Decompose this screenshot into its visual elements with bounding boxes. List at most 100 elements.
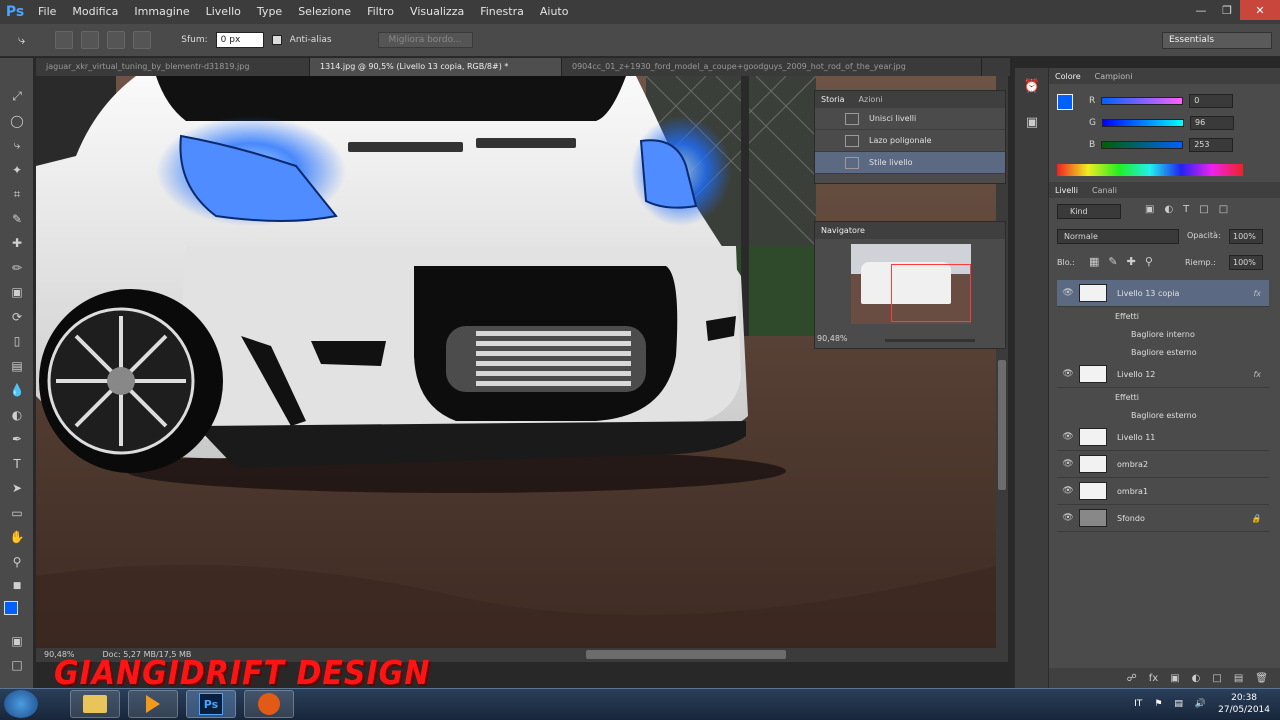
explorer-task-icon[interactable] xyxy=(70,690,120,718)
app-task-icon[interactable] xyxy=(244,690,294,718)
quick-mask-icon[interactable]: ▣ xyxy=(0,629,34,654)
network-icon[interactable]: ▤ xyxy=(1174,699,1183,709)
layer-row[interactable]: 👁 Livello 11 xyxy=(1057,424,1269,451)
tab-color[interactable]: Colore xyxy=(1055,72,1081,81)
menu-view[interactable]: Visualizza xyxy=(402,0,472,24)
menu-select[interactable]: Selezione xyxy=(290,0,359,24)
fill-input[interactable]: 100% xyxy=(1229,255,1263,270)
menu-type[interactable]: Type xyxy=(249,0,290,24)
zoom-tool-icon[interactable]: ⚲ xyxy=(0,550,34,575)
effect-outer-glow[interactable]: Bagliore esterno xyxy=(1057,406,1269,424)
photoshop-task-icon[interactable]: Ps xyxy=(186,690,236,718)
eyedropper-tool-icon[interactable]: ✎ xyxy=(0,207,34,232)
navigator-zoom-slider[interactable] xyxy=(885,339,975,342)
visibility-eye-icon[interactable]: 👁 xyxy=(1057,513,1079,523)
b-value[interactable]: 253 xyxy=(1189,138,1234,152)
visibility-eye-icon[interactable]: 👁 xyxy=(1057,486,1079,496)
refine-edge-button[interactable]: Migliora bordo... xyxy=(377,32,473,48)
g-slider[interactable] xyxy=(1101,119,1184,127)
visibility-eye-icon[interactable]: 👁 xyxy=(1057,459,1079,469)
g-value[interactable]: 96 xyxy=(1189,116,1234,130)
menu-window[interactable]: Finestra xyxy=(472,0,532,24)
eraser-tool-icon[interactable]: ▯ xyxy=(0,329,34,354)
history-row[interactable]: Unisci livelli xyxy=(815,108,1005,130)
crop-tool-icon[interactable]: ⌗ xyxy=(0,182,34,207)
clone-stamp-tool-icon[interactable]: ▣ xyxy=(0,280,34,305)
layer-kind-filter[interactable]: Kind xyxy=(1057,204,1121,219)
volume-icon[interactable]: 🔊 xyxy=(1195,699,1206,709)
delete-layer-icon[interactable]: 🗑 xyxy=(1255,673,1268,684)
feather-input[interactable]: 0 px xyxy=(215,32,264,48)
lasso-tool-icon[interactable]: ⤷ xyxy=(0,133,34,158)
intersect-selection-icon[interactable] xyxy=(133,31,152,49)
tab-history[interactable]: Storia xyxy=(821,95,845,104)
menu-layer[interactable]: Livello xyxy=(198,0,249,24)
navigator-panel-icon[interactable]: ▣ xyxy=(1015,104,1049,140)
blend-mode-select[interactable]: Normale xyxy=(1057,229,1179,244)
tab-swatches[interactable]: Campioni xyxy=(1095,72,1133,81)
move-tool-icon[interactable]: ⤢ xyxy=(0,84,34,109)
minimize-icon[interactable]: — xyxy=(1188,0,1214,20)
blur-tool-icon[interactable]: 💧 xyxy=(0,378,34,403)
layer-row[interactable]: 👁 Sfondo 🔒 xyxy=(1057,505,1269,532)
visibility-eye-icon[interactable]: 👁 xyxy=(1057,288,1079,298)
history-brush-tool-icon[interactable]: ⟳ xyxy=(0,305,34,330)
workspace-select[interactable]: Essentials xyxy=(1162,32,1272,49)
tab-navigator[interactable]: Navigatore xyxy=(821,226,865,235)
new-selection-icon[interactable] xyxy=(55,31,74,49)
tab-channels[interactable]: Canali xyxy=(1092,186,1117,195)
path-select-tool-icon[interactable]: ➤ xyxy=(0,476,34,501)
opacity-input[interactable]: 100% xyxy=(1229,229,1263,244)
fx-icon[interactable]: fx xyxy=(1253,289,1261,298)
pen-tool-icon[interactable]: ✒ xyxy=(0,427,34,452)
history-panel-icon[interactable]: ⏰ xyxy=(1015,68,1049,104)
restore-icon[interactable]: ❐ xyxy=(1214,0,1240,20)
effect-inner-glow[interactable]: Bagliore interno xyxy=(1057,325,1269,343)
subtract-selection-icon[interactable] xyxy=(107,31,126,49)
visibility-eye-icon[interactable]: 👁 xyxy=(1057,369,1079,379)
tab-layers[interactable]: Livelli xyxy=(1055,186,1078,195)
marquee-tool-icon[interactable]: ◯ xyxy=(0,109,34,134)
default-colors-icon[interactable]: ■ xyxy=(0,574,34,599)
doc-tab-jaguar[interactable]: jaguar_xkr_virtual_tuning_by_blementr-d3… xyxy=(36,58,310,76)
dodge-tool-icon[interactable]: ◐ xyxy=(0,403,34,428)
new-layer-icon[interactable]: ▤ xyxy=(1234,673,1243,684)
navigator-zoom[interactable]: 90,48% xyxy=(817,334,848,343)
adjustment-icon[interactable]: ◐ xyxy=(1192,673,1201,684)
effects-row[interactable]: Effetti xyxy=(1057,307,1269,325)
navigator-preview[interactable] xyxy=(851,244,971,324)
layer-row[interactable]: 👁 ombra2 xyxy=(1057,451,1269,478)
effect-outer-glow[interactable]: Bagliore esterno xyxy=(1057,343,1269,361)
healing-tool-icon[interactable]: ✚ xyxy=(0,231,34,256)
add-mask-icon[interactable]: ▣ xyxy=(1170,673,1179,684)
history-row[interactable]: Lazo poligonale xyxy=(815,130,1005,152)
action-center-icon[interactable]: ⚑ xyxy=(1154,699,1162,709)
add-selection-icon[interactable] xyxy=(81,31,100,49)
b-slider[interactable] xyxy=(1101,141,1184,149)
vertical-scroll-thumb[interactable] xyxy=(998,360,1006,490)
menu-image[interactable]: Immagine xyxy=(126,0,197,24)
close-icon[interactable]: ✕ xyxy=(1240,0,1280,20)
tab-actions[interactable]: Azioni xyxy=(859,95,883,104)
menu-help[interactable]: Aiuto xyxy=(532,0,577,24)
screen-mode-icon[interactable]: □ xyxy=(0,653,34,678)
menu-filter[interactable]: Filtro xyxy=(359,0,402,24)
horizontal-scroll-thumb[interactable] xyxy=(586,650,786,659)
windows-start-icon[interactable] xyxy=(4,690,38,718)
visibility-eye-icon[interactable]: 👁 xyxy=(1057,432,1079,442)
layer-row-selected[interactable]: 👁 Livello 13 copia fx xyxy=(1057,280,1269,307)
lock-icons[interactable]: ▦✎✚⚲ xyxy=(1089,255,1162,268)
quick-select-tool-icon[interactable]: ✦ xyxy=(0,158,34,183)
color-swatch-icon[interactable] xyxy=(0,599,34,629)
antialias-checkbox[interactable] xyxy=(271,35,282,45)
media-player-task-icon[interactable] xyxy=(128,690,178,718)
layer-row[interactable]: 👁 ombra1 xyxy=(1057,478,1269,505)
r-slider[interactable] xyxy=(1101,97,1184,105)
history-row-selected[interactable]: Stile livello xyxy=(815,152,1005,174)
lasso-tool-preset-icon[interactable]: ⤷ xyxy=(18,33,25,48)
gradient-tool-icon[interactable]: ▤ xyxy=(0,354,34,379)
layer-row[interactable]: 👁 Livello 12 fx xyxy=(1057,361,1269,388)
color-spectrum[interactable] xyxy=(1057,164,1243,176)
type-tool-icon[interactable]: T xyxy=(0,452,34,477)
doc-tab-active[interactable]: 1314.jpg @ 90,5% (Livello 13 copia, RGB/… xyxy=(310,58,562,76)
